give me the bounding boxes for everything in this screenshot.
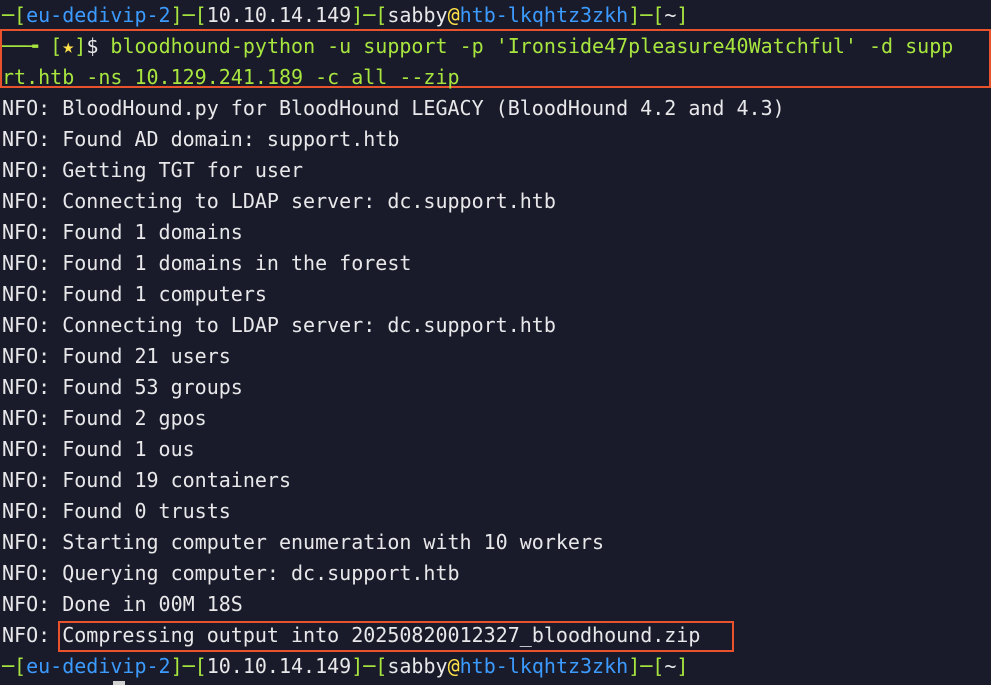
output-line: NFO: Connecting to LDAP server: dc.suppo… (2, 313, 556, 337)
prompt-at: @ (447, 3, 460, 27)
output-line: NFO: Found 1 computers (2, 282, 267, 306)
prompt-arrow: ──╼ (2, 34, 39, 58)
output-line: NFO: Found AD domain: support.htb (2, 127, 400, 151)
output-line: NFO: Found 21 users (2, 344, 231, 368)
output-line: NFO: Getting TGT for user (2, 158, 304, 182)
prompt-machine: htb-lkqhtz3zkh (459, 654, 629, 678)
prompt-corner: ─ (2, 3, 15, 27)
terminal-window[interactable]: ─[eu-dedivip-2]─[10.10.14.149]─[sabby@ht… (0, 0, 991, 685)
prompt-ip: 10.10.14.149 (206, 654, 352, 678)
output-line: NFO: Starting computer enumeration with … (2, 530, 605, 554)
output-line: NFO: Found 0 trusts (2, 499, 231, 523)
command-text-2: rt.htb -ns 10.129.241.189 -c all --zip (2, 65, 460, 89)
output-line: NFO: Found 53 groups (2, 375, 243, 399)
prompt-host: eu-dedivip-2 (26, 654, 171, 678)
output-line: NFO: BloodHound.py for BloodHound LEGACY… (2, 96, 785, 120)
prompt-machine: htb-lkqhtz3zkh (459, 3, 629, 27)
command-text-1: bloodhound-python -u support -p 'Ironsid… (110, 34, 954, 58)
prompt-user: sabby (387, 3, 448, 27)
output-line: NFO: Found 19 containers (2, 468, 291, 492)
output-line: NFO: Found 2 gpos (2, 406, 207, 430)
command-line-1[interactable]: ──╼ [★]$ bloodhound-python -u support -p… (2, 31, 953, 62)
prompt-dir: ~ (664, 3, 677, 27)
output-highlight-box (58, 621, 734, 652)
prompt-user: sabby (387, 654, 448, 678)
output-line: NFO: Found 1 domains in the forest (2, 251, 412, 275)
prompt-host: eu-dedivip-2 (26, 3, 171, 27)
prompt-header-bottom: ─[eu-dedivip-2]─[10.10.14.149]─[sabby@ht… (2, 654, 689, 678)
output-line: NFO: Found 1 ous (2, 437, 195, 461)
prompt-dollar: $ (86, 34, 99, 58)
final-prefix: NFO: (2, 623, 63, 647)
prompt-ip: 10.10.14.149 (206, 3, 352, 27)
text-cursor (113, 681, 125, 685)
prompt-header-top: ─[eu-dedivip-2]─[10.10.14.149]─[sabby@ht… (2, 3, 689, 27)
star-icon: ★ (62, 34, 75, 58)
prompt-dir: ~ (664, 654, 677, 678)
output-line: NFO: Found 1 domains (2, 220, 243, 244)
output-line: NFO: Querying computer: dc.support.htb (2, 561, 460, 585)
prompt-at: @ (447, 654, 460, 678)
command-line-2[interactable]: rt.htb -ns 10.129.241.189 -c all --zip (2, 62, 460, 93)
output-line: NFO: Done in 00M 18S (2, 592, 243, 616)
output-line: NFO: Connecting to LDAP server: dc.suppo… (2, 189, 556, 213)
